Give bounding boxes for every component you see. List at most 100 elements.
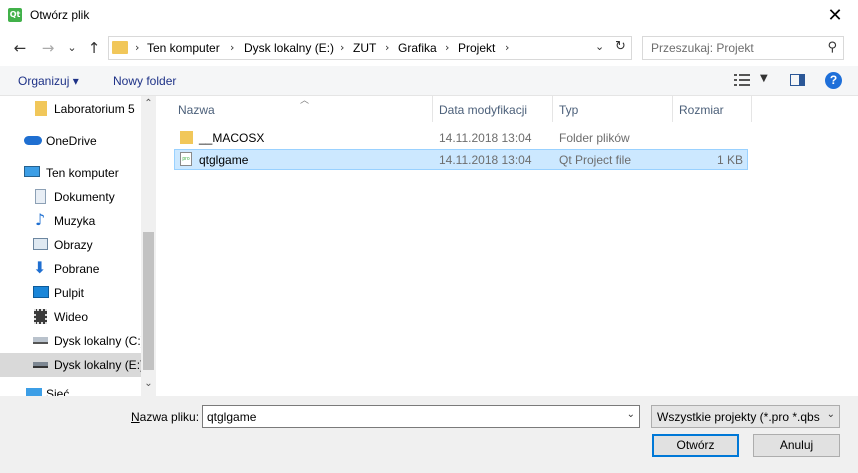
file-modified: 14.11.2018 13:04 [439,153,532,167]
column-divider[interactable] [552,96,553,122]
video-icon [34,309,47,324]
file-size: 1 KB [716,153,743,167]
download-icon: ⬇ [33,258,47,277]
sidebar-item-label: Sieć [46,387,70,396]
column-header-type[interactable]: Typ [559,103,578,117]
search-input[interactable] [651,40,821,56]
sidebar-item-label: Pulpit [54,286,85,300]
sidebar-item-label: Muzyka [54,214,96,228]
sidebar-item-laboratorium[interactable]: Laboratorium 5 [0,97,141,121]
toolbar: Organizuj ▾ Nowy folder ▼ ? [0,66,858,96]
sidebar-item-label: Dysk lokalny (C:) [54,334,145,348]
desktop-icon [33,286,49,298]
sidebar-item-label: Dokumenty [54,190,115,204]
chevron-right-icon: › [340,41,345,54]
organize-button[interactable]: Organizuj ▾ [18,74,79,88]
address-bar[interactable]: › Ten komputer › Dysk lokalny (E:) › ZUT… [108,36,632,60]
close-button[interactable]: ✕ [820,4,850,28]
file-type-filter-value: Wszystkie projekty (*.pro *.qbs [657,410,820,424]
sidebar-item-drive-e[interactable]: Dysk lokalny (E:) [0,353,145,377]
forward-button[interactable]: → [38,38,58,58]
column-divider[interactable] [432,96,433,122]
breadcrumb-item[interactable]: Dysk lokalny (E:) [244,41,334,55]
scrollbar-thumb[interactable] [143,232,154,370]
help-icon[interactable]: ? [825,72,842,89]
folder-icon [112,41,128,54]
folder-icon [180,131,193,144]
view-options-icon[interactable] [734,73,750,87]
computer-icon [24,166,40,177]
chevron-right-icon: › [445,41,450,54]
column-header-modified[interactable]: Data modyfikacji [439,103,527,117]
filename-input[interactable] [207,409,607,425]
search-icon[interactable]: ⚲ [827,40,837,55]
chevron-down-icon[interactable]: ⌄ [627,409,635,420]
music-icon: ♪ [35,210,46,229]
search-box[interactable]: ⚲ [642,36,844,60]
documents-icon [35,189,46,204]
filename-label: Nazwa pliku: [131,410,199,424]
chevron-right-icon: › [505,41,510,54]
qt-app-icon: Qt [8,8,22,22]
file-row-selected[interactable]: pro qtglgame 14.11.2018 13:04 Qt Project… [174,149,748,170]
file-type-filter[interactable]: Wszystkie projekty (*.pro *.qbs ⌄ [651,405,840,428]
chevron-down-icon[interactable]: ⌄ [827,409,835,420]
bottom-panel: Nazwa pliku: ⌄ Wszystkie projekty (*.pro… [0,396,858,473]
breadcrumb-item[interactable]: Ten komputer [147,41,220,55]
file-row[interactable]: __MACOSX 14.11.2018 13:04 Folder plików [174,128,748,149]
cancel-button[interactable]: Anuluj [753,434,840,457]
file-name: __MACOSX [199,131,265,145]
drive-icon [33,337,48,344]
scroll-up-icon[interactable]: ⌃ [141,98,156,109]
sidebar-item-video[interactable]: Wideo [0,305,141,329]
file-name: qtglgame [199,153,249,167]
sidebar-item-network[interactable]: Sieć [0,382,141,396]
back-button[interactable]: ← [10,38,30,58]
breadcrumb-item[interactable]: Projekt [458,41,495,55]
sidebar-item-desktop[interactable]: Pulpit [0,281,141,305]
pictures-icon [33,238,48,250]
file-list: ︿ Nazwa Data modyfikacji Typ Rozmiar __M… [160,96,858,396]
drive-icon [33,362,48,368]
sidebar-item-label: Wideo [54,310,89,324]
navigation-pane: Laboratorium 5 OneDrive Ten komputer Dok… [0,96,156,396]
open-button[interactable]: Otwórz [652,434,739,457]
column-header-name[interactable]: Nazwa [178,103,215,117]
caret-down-icon[interactable]: ▼ [760,73,768,84]
scroll-down-icon[interactable]: ⌄ [141,378,156,389]
sidebar-item-music[interactable]: ♪ Muzyka [0,209,141,233]
sidebar-item-downloads[interactable]: ⬇ Pobrane [0,257,141,281]
sidebar-item-this-pc[interactable]: Ten komputer [0,161,141,185]
sidebar-item-label: Ten komputer [46,166,119,180]
up-button[interactable]: ↑ [84,38,104,58]
folder-icon [35,101,47,116]
breadcrumb-item[interactable]: Grafika [398,41,437,55]
sidebar-item-drive-c[interactable]: Dysk lokalny (C:) [0,329,145,353]
sidebar-item-onedrive[interactable]: OneDrive [0,129,141,153]
sidebar-item-documents[interactable]: Dokumenty [0,185,141,209]
filename-label-text: azwa pliku: [139,410,200,424]
preview-pane-icon[interactable] [790,74,805,86]
cloud-icon [24,136,42,145]
sidebar-item-label: Dysk lokalny (E:) [54,358,145,372]
chevron-right-icon: › [135,41,140,54]
title-bar: Qt Otwórz plik ✕ [0,0,858,32]
sort-ascending-icon: ︿ [300,96,310,106]
column-header-size[interactable]: Rozmiar [679,103,724,117]
column-divider[interactable] [751,96,752,122]
sidebar-scrollbar[interactable]: ⌃ ⌄ [141,96,156,396]
breadcrumb-item[interactable]: ZUT [353,41,376,55]
refresh-icon[interactable]: ↻ [615,39,626,54]
pro-file-icon: pro [180,152,192,166]
chevron-down-icon[interactable]: ⌄ [595,40,604,53]
filename-combobox[interactable]: ⌄ [202,405,640,428]
file-modified: 14.11.2018 13:04 [439,131,532,145]
chevron-right-icon: › [385,41,390,54]
file-type: Qt Project file [559,153,632,167]
column-divider[interactable] [672,96,673,122]
recent-locations-button[interactable]: ⌄ [62,38,82,58]
sidebar-item-label: Obrazy [54,238,93,252]
sidebar-item-pictures[interactable]: Obrazy [0,233,141,257]
filename-label-mnemonic: N [131,410,140,424]
new-folder-button[interactable]: Nowy folder [113,74,176,88]
